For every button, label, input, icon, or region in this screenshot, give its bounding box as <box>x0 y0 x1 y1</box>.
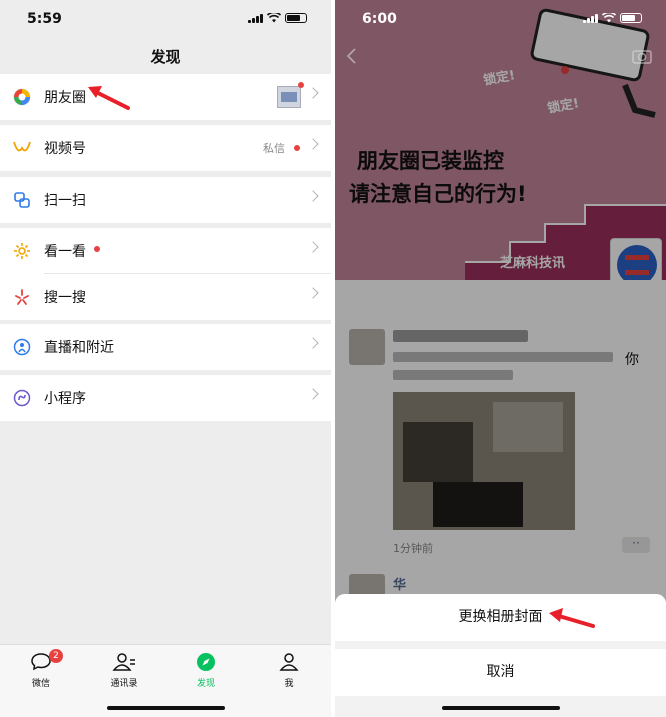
scan-icon <box>12 190 32 210</box>
unread-badge: 2 <box>49 649 63 663</box>
change-cover-button[interactable]: 更换相册封面 <box>335 594 666 641</box>
red-arrow-annotation <box>549 608 595 628</box>
signal-icon <box>248 13 263 23</box>
new-dot <box>294 145 300 151</box>
menu-item-moments[interactable]: 朋友圈 <box>0 74 331 120</box>
private-message-label: 私信 <box>263 142 285 155</box>
menu-label: 扫一扫 <box>44 193 86 209</box>
top-stories-icon <box>12 241 32 261</box>
menu-label: 视频号 <box>44 141 86 157</box>
home-indicator <box>106 706 225 710</box>
menu-item-search[interactable]: 搜一搜 <box>0 274 331 320</box>
tab-contacts[interactable]: 通讯录 <box>94 651 154 689</box>
mini-program-icon <box>12 388 32 408</box>
page-title: 发现 <box>150 48 181 66</box>
status-bar: 5:59 <box>0 0 331 40</box>
tab-label: 发现 <box>196 679 215 689</box>
tab-chats[interactable]: 微信 2 <box>11 649 71 689</box>
status-time: 5:59 <box>27 11 62 27</box>
moments-screen: 锁定! 锁定! 朋友圈已装监控 请注意自己的行为! 芝麻科技讯 你 1分钟前 ·… <box>335 0 666 717</box>
tab-label: 通讯录 <box>110 679 138 689</box>
back-icon[interactable] <box>345 48 357 64</box>
menu-item-live-nearby[interactable]: 直播和附近 <box>0 324 331 370</box>
moments-icon <box>12 87 32 107</box>
home-indicator <box>441 706 560 710</box>
chevron-right-icon <box>307 190 319 202</box>
contacts-icon <box>94 651 154 673</box>
wifi-icon <box>602 13 616 23</box>
menu-item-top-stories[interactable]: 看一看 <box>0 228 331 274</box>
action-sheet: 更换相册封面 取消 <box>335 594 666 717</box>
new-dot <box>94 246 100 252</box>
channels-icon <box>12 138 32 158</box>
moments-thumbnail <box>277 86 301 108</box>
cancel-label: 取消 <box>486 664 515 680</box>
new-dot <box>298 82 304 88</box>
camera-icon[interactable] <box>632 48 652 64</box>
tab-label: 微信 <box>31 679 50 689</box>
menu-label: 看一看 <box>44 244 86 260</box>
status-time: 6:00 <box>362 11 397 27</box>
discover-screen: 5:59 发现 朋友圈 视频号 私信 扫一扫 看一看 搜一搜 直播和附近 小程序… <box>0 0 331 717</box>
tab-discover[interactable]: 发现 <box>176 651 236 689</box>
menu-item-mini-programs[interactable]: 小程序 <box>0 375 331 421</box>
menu-item-channels[interactable]: 视频号 私信 <box>0 125 331 171</box>
status-bar: 6:00 <box>335 0 666 40</box>
menu-label: 直播和附近 <box>44 340 114 356</box>
compass-icon <box>176 651 236 673</box>
live-nearby-icon <box>12 337 32 357</box>
red-arrow-annotation <box>88 86 130 110</box>
chevron-right-icon <box>307 388 319 400</box>
tab-bar: 微信 2 通讯录 发现 我 <box>0 644 331 717</box>
change-cover-label: 更换相册封面 <box>458 609 543 625</box>
tab-label: 我 <box>284 679 294 689</box>
menu-label: 搜一搜 <box>44 290 86 306</box>
chevron-right-icon <box>307 138 319 150</box>
chevron-right-icon <box>307 287 319 299</box>
menu-label: 小程序 <box>44 391 86 407</box>
menu-item-scan[interactable]: 扫一扫 <box>0 177 331 223</box>
cancel-button[interactable]: 取消 <box>335 649 666 696</box>
search-icon <box>12 287 32 307</box>
tab-me[interactable]: 我 <box>259 651 319 689</box>
battery-icon <box>285 13 307 23</box>
chevron-right-icon <box>307 241 319 253</box>
profile-icon <box>259 651 319 673</box>
chevron-right-icon <box>307 87 319 99</box>
battery-icon <box>620 13 642 23</box>
chevron-right-icon <box>307 337 319 349</box>
menu-label: 朋友圈 <box>44 90 86 106</box>
wifi-icon <box>267 13 281 23</box>
signal-icon <box>583 13 598 23</box>
